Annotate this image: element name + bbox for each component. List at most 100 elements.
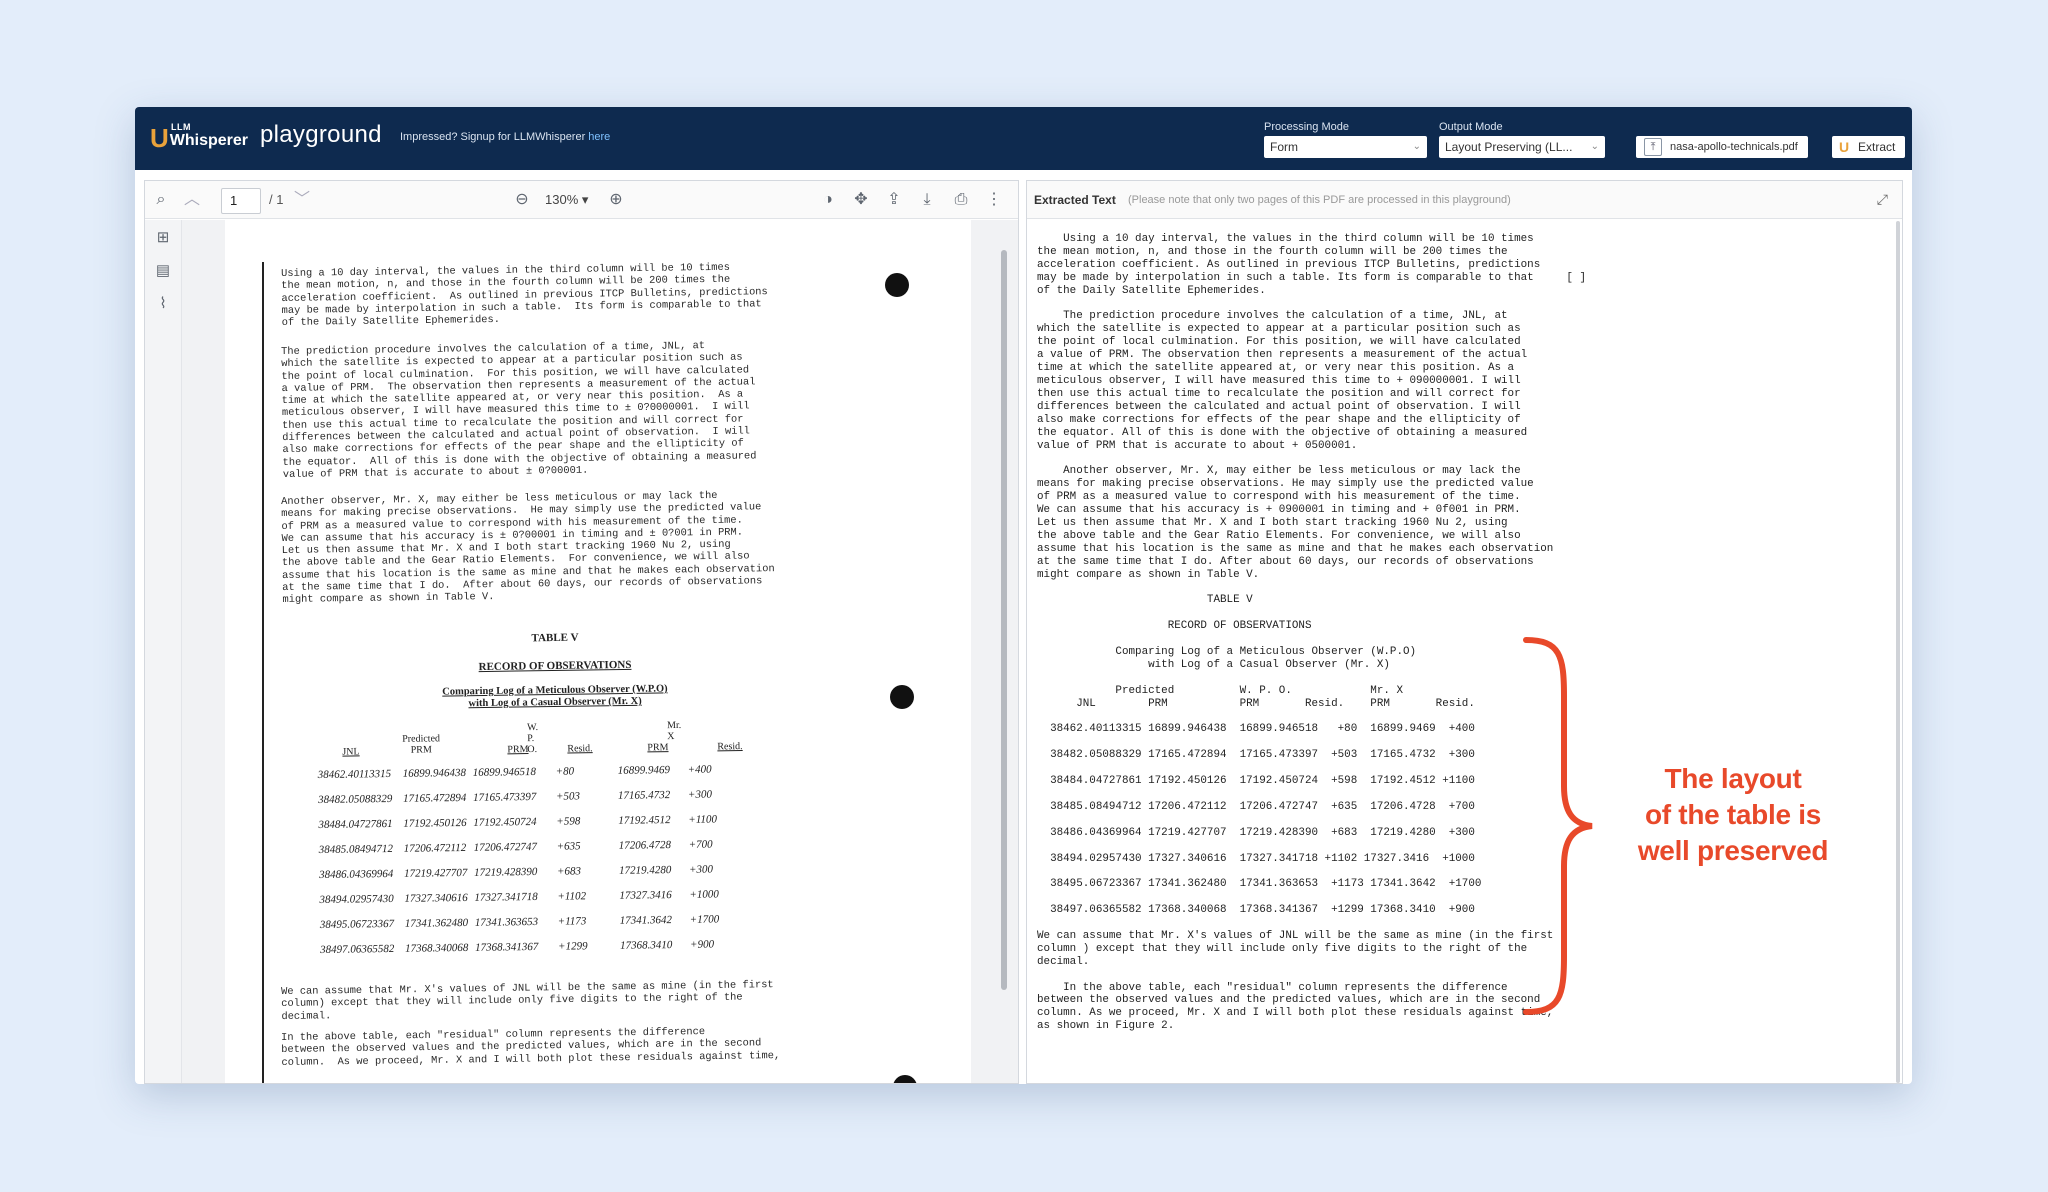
scanned-page: Using a 10 day interval, the values in t… [225,220,971,1083]
processing-mode-label: Processing Mode [1264,121,1349,133]
scan-table-cell: 16899.9469 [617,764,670,777]
scan-table-cell: +1299 [558,940,588,953]
scan-table-row: 38485.08494712 17206.472112 17206.472747 +6… [319,838,713,869]
extract-button[interactable]: U Extract [1832,136,1905,158]
output-mode-value: Layout Preserving (LL... [1445,140,1573,154]
scan-table-row: 38462.40113315 16899.946438 16899.946518 +8… [318,763,712,794]
scan-table-cell: +683 [556,865,582,878]
outline-icon[interactable]: ▤ [152,261,174,281]
scan-table-cell: +1000 [689,888,719,901]
scan-table-cell: 17165.4732 [617,789,671,802]
extracted-text-body[interactable]: Using a 10 day interval, the values in t… [1037,233,1586,1033]
scan-table-cell: +503 [555,790,581,803]
extract-logo-icon: U [1839,139,1850,155]
scan-table-title: TABLE V [531,631,579,645]
scan-paragraph-3: Another observer, Mr. X, may either be l… [281,489,775,607]
viewer-scrollbar[interactable] [1001,250,1007,990]
scan-paragraph-2: The prediction procedure involves the ca… [281,340,757,481]
punch-hole [890,685,914,709]
more-options-icon[interactable]: ⋮ [983,190,1005,210]
signup-link[interactable]: here [588,131,610,143]
upload-file-button[interactable]: ⤒ nasa-apollo-technicals.pdf [1636,136,1808,158]
scan-table-cell: 17206.4728 [618,839,672,852]
scan-table-row: 38482.05088329 17165.472894 17165.473397 +5… [318,788,712,819]
scan-table-cell: +1173 [557,915,587,928]
expand-icon[interactable]: ⤢ [1877,191,1888,208]
annotation-line-3: well preserved [1637,835,1829,866]
scan-table-cell: +598 [556,815,581,828]
chevron-down-icon: ⌄ [1412,141,1421,152]
scan-table-cell: +1700 [689,913,720,926]
llmwhisperer-logo[interactable]: U LLM Whisperer [150,122,248,153]
app-title: playground [260,121,382,148]
annotation-line-1: The layout [1664,763,1802,794]
scan-table-cell: +80 [555,765,575,778]
scan-table-cell: 17368.3410 [620,939,673,952]
scan-table-cell: 17192.450724 [473,815,537,829]
scan-table-cell: 17368.340068 [405,941,469,955]
app-window: U LLM Whisperer playground Impressed? Si… [135,107,1912,1084]
scan-table-cell: +300 [687,788,713,801]
page-total: / 1 [269,192,284,207]
chevron-up-icon[interactable]: ︿ [181,190,203,210]
annotation-callout: The layout of the table is well preserve… [1633,761,1833,869]
scan-table-cell: +400 [687,763,712,776]
scan-table-cell: 38494.02957430 [319,892,394,906]
theme-toggle-icon[interactable]: ◑ [817,190,839,210]
scan-table-cell: 17341.3642 [619,914,673,927]
scan-group-header: Mr. X [666,719,682,743]
share-icon[interactable]: ⇪ [883,190,905,210]
scan-table-cell: 38497.06365582 [320,942,395,956]
extracted-scrollbar[interactable] [1896,221,1900,1083]
zoom-level[interactable]: 130% ▾ [545,192,588,208]
zoom-out-icon[interactable]: ⊖ [511,190,533,210]
thumbnails-icon[interactable]: ⊞ [152,228,174,248]
page-number-input[interactable]: 1 [221,188,261,214]
output-mode-label: Output Mode [1439,121,1503,133]
pdf-canvas[interactable]: Using a 10 day interval, the values in t… [182,220,1018,1083]
extracted-text-header: Extracted Text (Please note that only tw… [1027,181,1902,219]
scan-table-body: 38462.40113315 16899.946438 16899.946518 +8… [318,763,720,969]
logo-u-icon: U [150,123,169,153]
zoom-in-icon[interactable]: ⊕ [605,190,627,210]
attachment-icon[interactable]: ⌇ [152,294,174,314]
processing-mode-select[interactable]: Form ⌄ [1264,136,1427,158]
scan-col-header: PRM [647,742,669,754]
scan-table-cell: 17165.473397 [472,790,537,804]
scan-table-row: 38494.02957430 17327.340616 17327.341718 +1… [319,888,719,919]
scan-table-cell: +300 [688,863,714,876]
chevron-down-icon: ⌄ [1590,141,1599,152]
scan-col-header: Resid. [567,743,593,755]
tagline-text: Impressed? Signup for LLMWhisperer [400,131,586,143]
download-icon[interactable]: ⤓ [916,190,938,210]
punch-hole [893,1075,917,1083]
signup-tagline: Impressed? Signup for LLMWhisperer here [400,131,610,143]
file-name: nasa-apollo-technicals.pdf [1670,141,1798,153]
scan-table-cell: 17165.472894 [402,791,467,805]
print-icon[interactable]: ⎙ [950,190,972,210]
search-icon[interactable]: ⌕ [150,190,172,210]
curly-brace-annotation [1523,637,1593,1015]
scan-table-cell: 38462.40113315 [317,767,392,781]
scan-table-caption: Comparing Log of a Meticulous Observer (… [442,683,668,710]
pdf-viewer-pane: ⌕ ︿ 1 / 1 ﹀ ⊖ 130% ▾ ⊕ ◑ ✥ ⇪ ⤓ ⎙ ⋮ ⊞ ▤ ⌇ [144,180,1019,1084]
scan-paragraph-5: In the above table, each "residual" colu… [281,1026,781,1069]
scan-table-cell: 17206.472112 [403,841,467,855]
chevron-down-icon[interactable]: ﹀ [291,190,313,210]
scan-table-cell: 17206.472747 [473,840,538,854]
scan-table-cell: 17219.428390 [473,865,538,879]
pan-tool-icon[interactable]: ✥ [850,190,872,210]
scan-table-cell: 38486.04369964 [319,867,394,881]
logo-llm-text: LLM [171,122,191,132]
scan-col-header: PRM [507,744,529,756]
scan-table-cell: 17192.4512 [618,814,671,827]
output-mode-select[interactable]: Layout Preserving (LL... ⌄ [1439,136,1605,158]
scan-table-cell: +1102 [557,890,587,903]
scan-table-cell: 17219.4280 [618,864,672,877]
scan-table-cell: 17327.3416 [619,889,672,902]
scan-table-cell: +1100 [688,813,718,826]
scan-col-header: Resid. [717,741,743,753]
scan-table-cell: 17327.340616 [404,891,468,905]
extract-label: Extract [1858,140,1896,154]
extracted-text-note: (Please note that only two pages of this… [1128,194,1511,206]
